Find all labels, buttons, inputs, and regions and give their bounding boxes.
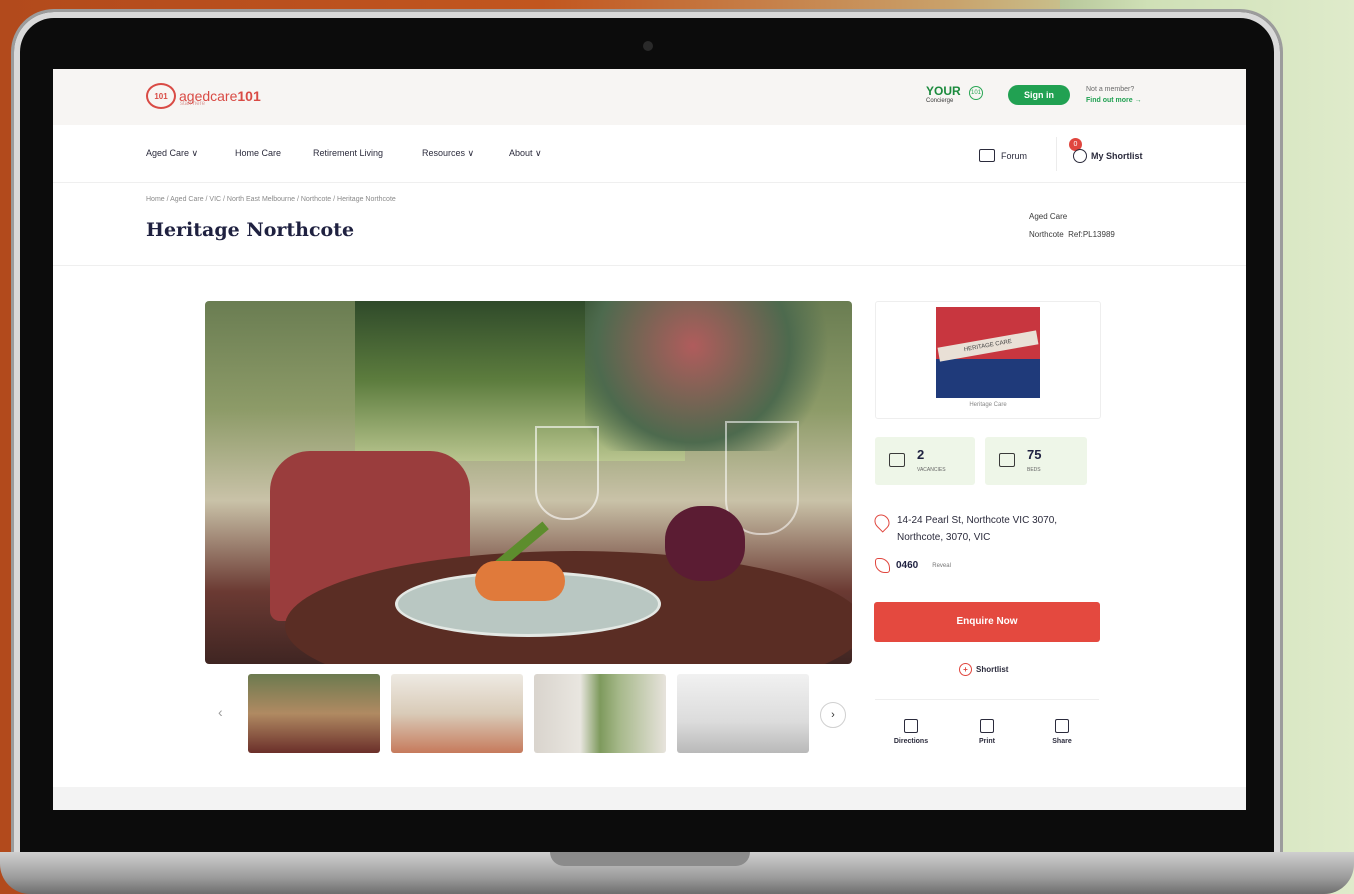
address: 14-24 Pearl St, Northcote VIC 3070, Nort… bbox=[871, 511, 1058, 546]
gallery-thumbnail[interactable] bbox=[677, 674, 809, 753]
reveal-phone-button[interactable]: Reveal bbox=[932, 563, 951, 569]
print-label: Print bbox=[979, 738, 995, 745]
gallery-prev-icon[interactable]: ‹ bbox=[218, 704, 223, 720]
breadcrumb[interactable]: Home / Aged Care / VIC / North East Melb… bbox=[146, 196, 396, 203]
section-divider bbox=[53, 265, 1246, 266]
laptop-camera bbox=[643, 41, 653, 51]
shortlist-icon bbox=[1073, 149, 1087, 163]
enquire-now-button[interactable]: Enquire Now bbox=[874, 602, 1100, 642]
vacancies-stat: 2 VACANCIES bbox=[875, 437, 975, 485]
shortlist-label: Shortlist bbox=[976, 665, 1009, 674]
share-button[interactable]: Share bbox=[1032, 719, 1092, 745]
address-line2: Northcote, 3070, VIC bbox=[897, 532, 991, 543]
nav-retirement-living[interactable]: Retirement Living bbox=[313, 148, 383, 158]
beds-stat: 75 BEDS bbox=[985, 437, 1087, 485]
gallery-thumbnail[interactable] bbox=[534, 674, 666, 753]
provider-card[interactable]: HERITAGE CARE Heritage Care bbox=[875, 301, 1101, 419]
concierge-main: YOUR bbox=[926, 84, 961, 98]
gallery-next-icon[interactable]: › bbox=[820, 702, 846, 728]
chat-icon bbox=[979, 149, 995, 162]
print-icon bbox=[980, 719, 994, 733]
your-concierge-logo[interactable]: YOUR Concierge 101 bbox=[926, 84, 983, 104]
logo-tagline: staff here bbox=[180, 101, 205, 107]
print-button[interactable]: Print bbox=[957, 719, 1017, 745]
beds-value: 75 bbox=[1027, 447, 1042, 462]
nav-aged-care[interactable]: Aged Care ∨ bbox=[146, 148, 198, 159]
heart-badge-icon: 101 bbox=[969, 86, 983, 100]
vacancies-label: VACANCIES bbox=[917, 467, 946, 473]
main-gallery-image[interactable] bbox=[205, 301, 852, 664]
gallery-thumbnail[interactable] bbox=[391, 674, 523, 753]
shortlist-button[interactable]: + Shortlist bbox=[959, 663, 1008, 676]
forum-link[interactable]: Forum bbox=[979, 149, 1027, 162]
listing-category: Aged Care bbox=[1029, 212, 1068, 221]
listing-ref: Ref:PL13989 bbox=[1068, 230, 1115, 239]
listing-suburb: Northcote bbox=[1029, 230, 1064, 239]
sign-in-button[interactable]: Sign in bbox=[1008, 85, 1070, 105]
my-shortlist-link[interactable]: My Shortlist bbox=[1073, 149, 1143, 163]
provider-name: Heritage Care bbox=[969, 402, 1007, 408]
forum-label: Forum bbox=[1001, 150, 1028, 161]
nav-about[interactable]: About ∨ bbox=[509, 148, 542, 159]
actions-divider bbox=[875, 699, 1099, 700]
listing-info: Aged Care Northcote Ref:PL13989 bbox=[1029, 208, 1115, 244]
share-icon bbox=[1055, 719, 1069, 733]
page-footer-band bbox=[53, 787, 1246, 810]
beds-label: BEDS bbox=[1027, 467, 1041, 473]
laptop-notch bbox=[550, 852, 750, 866]
browser-screen: 101 agedcare101 staff here YOUR Concierg… bbox=[53, 69, 1246, 810]
phone-row: 0460 Reveal bbox=[875, 558, 951, 573]
share-label: Share bbox=[1052, 738, 1072, 745]
not-member-text: Not a member? bbox=[1086, 86, 1135, 93]
gallery-thumbnail[interactable] bbox=[248, 674, 380, 753]
vacancy-icon bbox=[889, 453, 905, 467]
bed-icon bbox=[999, 453, 1015, 467]
phone-icon bbox=[875, 558, 890, 573]
location-pin-icon bbox=[871, 511, 893, 533]
top-bar: 101 agedcare101 staff here YOUR Concierg… bbox=[53, 69, 1246, 125]
concierge-sub: Concierge bbox=[926, 98, 954, 104]
nav-home-care[interactable]: Home Care bbox=[235, 148, 281, 158]
heart-logo-icon: 101 bbox=[146, 83, 176, 109]
directions-icon bbox=[904, 719, 918, 733]
vacancies-value: 2 bbox=[917, 447, 925, 462]
directions-button[interactable]: Directions bbox=[881, 719, 941, 745]
find-out-more-link[interactable]: Find out more → bbox=[1086, 95, 1142, 106]
heritage-care-logo: HERITAGE CARE bbox=[936, 307, 1040, 398]
phone-number: 0460 bbox=[896, 560, 919, 571]
address-line1: 14-24 Pearl St, Northcote VIC 3070, bbox=[897, 515, 1058, 526]
logo-name-bold: 101 bbox=[237, 88, 261, 104]
my-shortlist-label: My Shortlist bbox=[1091, 151, 1143, 161]
nav-resources[interactable]: Resources ∨ bbox=[422, 148, 474, 159]
plus-icon: + bbox=[959, 663, 972, 676]
nav-divider bbox=[1056, 137, 1057, 171]
main-nav: Aged Care ∨ Home Care Retirement Living … bbox=[53, 126, 1246, 183]
member-prompt: Not a member? Find out more → bbox=[1086, 84, 1142, 106]
page-title: Heritage Northcote bbox=[146, 219, 355, 241]
directions-label: Directions bbox=[893, 738, 929, 745]
